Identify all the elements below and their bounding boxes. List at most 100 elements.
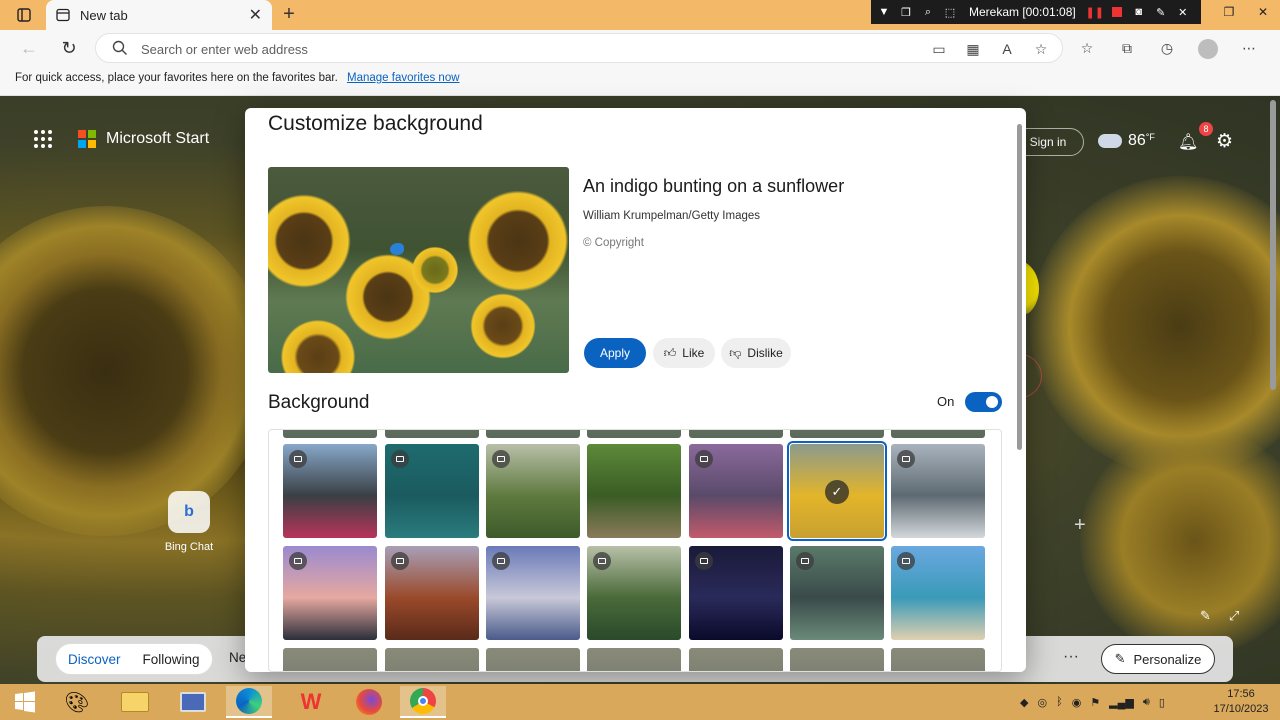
background-thumbnail-partial[interactable] [790, 648, 884, 671]
feed-tabs: Discover Following [55, 643, 213, 675]
background-thumbnail-partial[interactable] [486, 648, 580, 671]
background-thumbnail-partial[interactable] [587, 648, 681, 671]
pause-icon[interactable]: ❚❚ [1086, 5, 1104, 19]
page-corner-icons: ✎ ⤢ [1200, 608, 1239, 624]
background-thumbnail-green-hills[interactable] [486, 444, 580, 538]
qr-code-icon[interactable]: ▦ [964, 40, 982, 58]
notification-bell-icon[interactable]: 🔔︎ [1178, 132, 1198, 152]
background-thumbnail-partial[interactable] [486, 430, 580, 438]
app-launcher-icon[interactable] [34, 130, 52, 148]
expand-icon[interactable]: ⤢ [1229, 608, 1239, 624]
volume-icon[interactable]: 🔊︎ [1143, 696, 1150, 709]
tab-actions-icon[interactable] [10, 6, 38, 24]
new-tab-button[interactable]: + [278, 4, 300, 26]
manage-favorites-link[interactable]: Manage favorites now [347, 72, 460, 84]
background-thumbnail-partial[interactable] [587, 430, 681, 438]
background-thumbnail-partial[interactable] [790, 430, 884, 438]
background-thumbnail-partial[interactable] [385, 648, 479, 671]
address-bar[interactable]: ▭ ▦ A ☆ [95, 33, 1063, 63]
background-thumbnail-misty-mountains[interactable] [891, 444, 985, 538]
background-thumbnail-partial[interactable] [283, 430, 377, 438]
close-tab-icon[interactable]: ✕ [249, 5, 262, 25]
weather-widget[interactable]: 86 °F [1098, 132, 1155, 150]
close-recorder-icon[interactable]: ✕ [1176, 5, 1190, 19]
dialog-scrollbar[interactable] [1017, 124, 1022, 450]
start-button[interactable] [2, 686, 48, 718]
toolbar-icons: ☆ ⧉ ◷ ⋯ [1078, 39, 1258, 59]
background-thumbnail-green-ridge[interactable] [587, 546, 681, 640]
window-icon[interactable]: ❐ [899, 5, 913, 19]
bluetooth-icon[interactable]: ᛒ [1056, 696, 1063, 708]
bing-chat-shortcut[interactable]: b Bing Chat [160, 491, 218, 553]
taskbar-clock[interactable]: 17:56 17/10/2023 [1206, 687, 1276, 717]
record-icon[interactable]: ◉ [1072, 696, 1082, 709]
history-icon[interactable]: ◷ [1158, 39, 1176, 57]
settings-gear-icon[interactable]: ⚙ [1216, 130, 1238, 152]
temperature: 86 [1128, 132, 1146, 149]
wifi-icon[interactable]: ▂▄▆ [1109, 696, 1134, 709]
back-arrow-icon[interactable]: ← [16, 36, 42, 60]
tab-discover[interactable]: Discover [68, 652, 121, 667]
like-button[interactable]: 👍︎ Like [653, 338, 715, 368]
tab-news-partial[interactable]: Ne [229, 650, 246, 665]
background-thumbnail-partial[interactable] [385, 430, 479, 438]
background-thumbnail-partial[interactable] [689, 430, 783, 438]
region-icon[interactable]: ⬚ [943, 5, 957, 19]
background-thumbnail-starry-sky[interactable] [689, 546, 783, 640]
dislike-button[interactable]: 👎︎ Dislike [721, 338, 791, 368]
tab-following[interactable]: Following [143, 652, 200, 667]
background-thumbnail-partial[interactable] [891, 648, 985, 671]
brand-name[interactable]: Microsoft Start [106, 130, 209, 148]
firefox-icon[interactable] [346, 686, 392, 718]
file-explorer-icon[interactable] [112, 686, 158, 718]
more-menu-icon[interactable]: ⋯ [1240, 39, 1258, 57]
background-thumbnail-forest-path[interactable] [587, 444, 681, 538]
profile-avatar[interactable] [1198, 39, 1218, 59]
network-app-icon[interactable]: ◎ [1037, 696, 1047, 709]
add-shortcut-icon[interactable]: + [1074, 514, 1086, 537]
close-window-icon[interactable]: ✕ [1246, 0, 1280, 24]
background-thumbnail-cloud-village[interactable] [486, 546, 580, 640]
background-thumbnail-ocean-waves[interactable] [385, 444, 479, 538]
edge-browser-icon[interactable] [226, 686, 272, 718]
add-favorite-icon[interactable]: ☆ [1032, 40, 1050, 58]
read-aloud-icon[interactable]: A [998, 40, 1016, 58]
battery-icon[interactable]: ▯ [1159, 696, 1165, 709]
collections-icon[interactable]: ⧉ [1118, 39, 1136, 57]
dropdown-arrow-icon[interactable]: ▼ [877, 5, 891, 19]
background-thumbnail-partial[interactable] [283, 648, 377, 671]
background-thumbnail-highway-aerial[interactable] [790, 546, 884, 640]
camera-icon[interactable]: ◙ [1132, 5, 1146, 19]
like-label: Like [682, 346, 705, 360]
address-input[interactable] [141, 39, 741, 59]
flag-icon[interactable]: ⚑ [1090, 696, 1100, 709]
chrome-icon[interactable] [400, 686, 446, 718]
background-toggle[interactable] [965, 392, 1002, 412]
background-thumbnail-mount-fuji[interactable] [283, 444, 377, 538]
browser-tab[interactable]: New tab ✕ [46, 0, 272, 30]
apply-button[interactable]: Apply [584, 338, 646, 368]
background-thumbnail-partial[interactable] [891, 430, 985, 438]
app-available-icon[interactable]: ▭ [930, 40, 948, 58]
wps-office-icon[interactable]: W [288, 686, 334, 718]
stop-icon[interactable] [1110, 5, 1124, 19]
remote-desktop-icon[interactable] [170, 686, 216, 718]
background-thumbnail-sunset-peak[interactable] [283, 546, 377, 640]
personalize-button[interactable]: ✎ Personalize [1101, 644, 1215, 674]
paint-app-icon[interactable]: 🎨︎ [54, 686, 100, 718]
page-scrollbar[interactable] [1270, 100, 1276, 390]
photo-copyright: © Copyright [583, 237, 644, 249]
edit-background-icon[interactable]: ✎ [1200, 608, 1211, 624]
favorites-icon[interactable]: ☆ [1078, 39, 1096, 57]
app-tray-icon[interactable]: ◆ [1020, 696, 1028, 709]
background-thumbnail-partial[interactable] [689, 648, 783, 671]
background-thumbnail-beach-shore[interactable] [891, 546, 985, 640]
refresh-icon[interactable]: ↻ [56, 36, 82, 60]
background-thumbnail-canyon-river[interactable] [385, 546, 479, 640]
pen-icon[interactable]: ✎ [1154, 5, 1168, 19]
maximize-icon[interactable]: ❐ [1212, 0, 1246, 24]
background-thumbnail-sunflower-bunting[interactable]: ✓ [787, 441, 887, 541]
search-icon[interactable]: ⌕ [921, 5, 935, 19]
background-thumbnail-city-harbor[interactable] [689, 444, 783, 538]
more-options-icon[interactable]: ··· [1063, 648, 1079, 666]
